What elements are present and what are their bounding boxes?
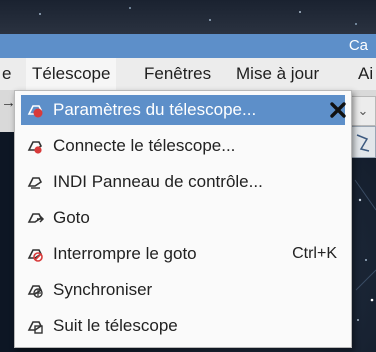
window-title: Ca: [348, 37, 368, 54]
menu-item-label: Paramètres du télescope...: [53, 100, 257, 119]
menu-item-track-telescope[interactable]: Suit le télescope: [21, 311, 345, 341]
menubar-item-help[interactable]: Ai: [354, 58, 376, 90]
telescope-abort-icon: [27, 249, 43, 262]
chevron-down-icon: ⌄: [357, 103, 369, 118]
sky-view-edge: [0, 132, 14, 352]
menu-item-label: Synchroniser: [53, 280, 153, 299]
menu-item-connect-telescope[interactable]: Connecte le télescope...: [21, 131, 345, 161]
menu-item-label: Connecte le télescope...: [53, 136, 236, 155]
menu-item-telescope-settings[interactable]: Paramètres du télescope...: [21, 95, 346, 125]
telescope-track-icon: [27, 321, 43, 334]
close-icon[interactable]: [327, 99, 349, 121]
menu-item-label: INDI Panneau de contrôle...: [53, 172, 263, 191]
menu-item-synchronize[interactable]: Synchroniser: [21, 275, 345, 305]
menubar-item-telescope[interactable]: Télescope: [26, 58, 117, 90]
telescope-connect-icon: [27, 141, 43, 154]
app-window: Ca e Télescope Fenêtres Mise à jour Ai →…: [0, 0, 376, 352]
telescope-menu: Paramètres du télescope... Connecte le t…: [14, 90, 352, 348]
telescope-sync-icon: [27, 285, 43, 298]
menubar-item-windows[interactable]: Fenêtres: [140, 58, 215, 90]
telescope-indi-icon: [27, 177, 43, 189]
menu-bar: e Télescope Fenêtres Mise à jour Ai: [0, 58, 376, 91]
telescope-goto-icon: [27, 213, 45, 223]
toolbar-constellation-button[interactable]: [350, 126, 376, 158]
menu-item-label: Suit le télescope: [53, 316, 178, 335]
menu-item-abort-goto[interactable]: Interrompre le goto Ctrl+K: [21, 239, 345, 269]
menu-item-label: Goto: [53, 208, 90, 227]
telescope-settings-icon: [27, 105, 43, 118]
menu-item-label: Interrompre le goto: [53, 244, 197, 263]
toolbar-dropdown-button[interactable]: ⌄: [350, 96, 376, 126]
window-titlebar: Ca: [0, 34, 376, 58]
menubar-item-updates[interactable]: Mise à jour: [232, 58, 323, 90]
menu-item-goto[interactable]: Goto: [21, 203, 345, 233]
menu-item-shortcut: Ctrl+K: [292, 245, 337, 262]
constellation-icon: [356, 134, 370, 152]
menu-item-indi-control-panel[interactable]: INDI Panneau de contrôle...: [21, 167, 345, 197]
menubar-item-previous[interactable]: e: [0, 58, 11, 90]
